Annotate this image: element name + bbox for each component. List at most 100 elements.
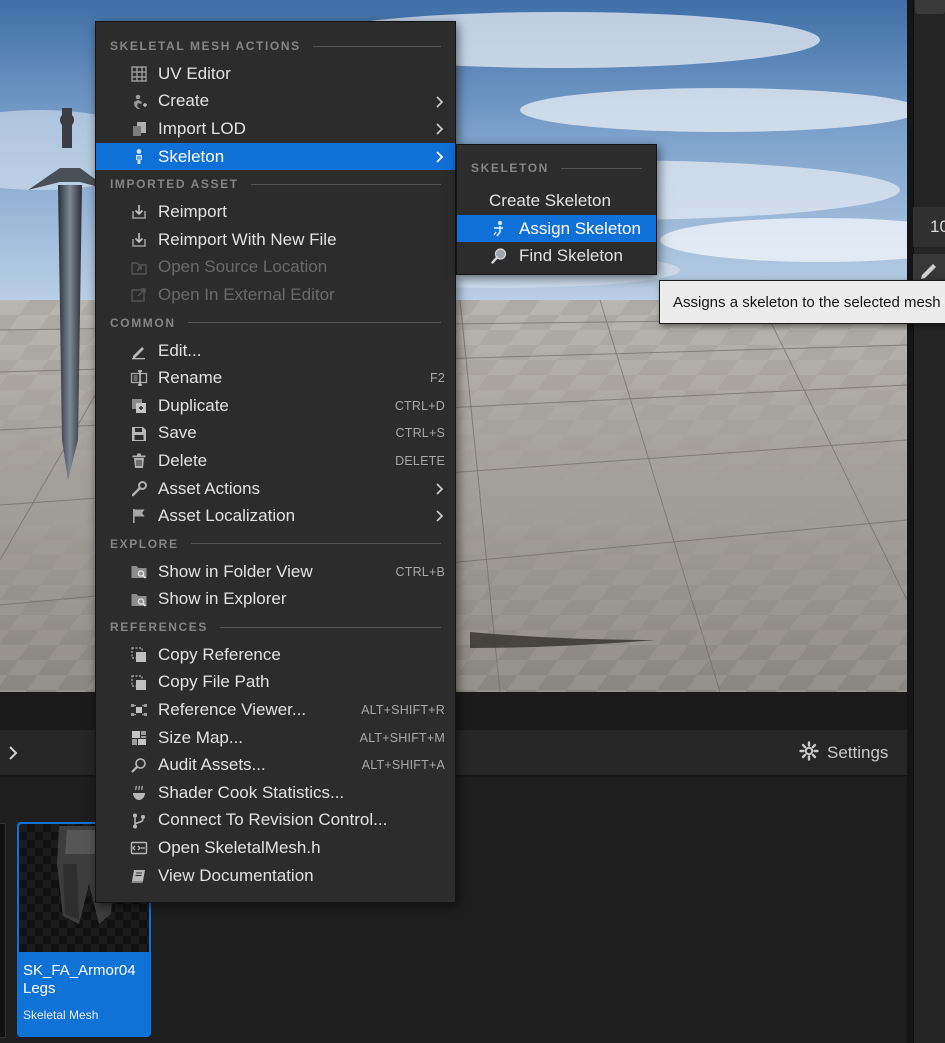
- asset-type: Skeletal Mesh: [23, 1008, 99, 1022]
- menu-item-label: Open In External Editor: [158, 284, 335, 304]
- section-skeletal-mesh-actions: SKELETAL MESH ACTIONS: [96, 22, 455, 60]
- menu-item-create-skeleton[interactable]: Create Skeleton: [457, 187, 656, 215]
- cooking-pot-icon: [130, 784, 148, 802]
- details-value-field[interactable]: 10: [913, 207, 945, 247]
- folder-search-icon: [130, 563, 148, 581]
- chevron-right-icon: [435, 122, 445, 136]
- code-file-icon: [130, 839, 148, 857]
- menu-item-size-map[interactable]: Size Map... ALT+SHIFT+M: [96, 724, 455, 752]
- menu-item-connect-revision-control[interactable]: Connect To Revision Control...: [96, 807, 455, 835]
- shortcut-label: F2: [430, 371, 445, 386]
- menu-item-label: Skeleton: [158, 146, 225, 166]
- menu-item-label: Size Map...: [158, 727, 244, 747]
- gear-icon: [799, 740, 819, 766]
- uv-grid-icon: [130, 65, 148, 83]
- visibility-eye-icon[interactable]: [915, 0, 945, 14]
- create-figure-icon: [130, 93, 148, 111]
- section-divider: [220, 626, 441, 628]
- menu-item-find-skeleton[interactable]: Find Skeleton: [457, 242, 656, 270]
- menu-item-copy-file-path[interactable]: Copy File Path: [96, 669, 455, 697]
- chevron-right-icon: [435, 150, 445, 164]
- section-label: SKELETON: [471, 161, 549, 175]
- menu-item-assign-skeleton[interactable]: Assign Skeleton: [457, 214, 656, 243]
- chevron-right-icon[interactable]: [5, 742, 23, 764]
- menu-item-create[interactable]: Create: [96, 88, 455, 116]
- menu-item-duplicate[interactable]: Duplicate CTRL+D: [96, 392, 455, 420]
- reference-graph-icon: [130, 701, 148, 719]
- section-divider: [312, 45, 441, 47]
- menu-item-label: Edit...: [158, 340, 202, 360]
- chevron-right-icon: [435, 95, 445, 109]
- menu-item-rename[interactable]: Rename F2: [96, 364, 455, 392]
- duplicate-icon: [130, 397, 148, 415]
- section-divider: [187, 322, 441, 324]
- menu-item-label: Reimport: [158, 202, 227, 222]
- menu-item-label: Delete: [158, 450, 208, 470]
- menu-item-open-source-location[interactable]: Open Source Location: [96, 254, 455, 282]
- menu-item-label: Save: [158, 423, 197, 443]
- skeleton-submenu: SKELETON Create Skeleton Assign Skeleton…: [456, 144, 657, 275]
- menu-item-skeleton[interactable]: Skeleton: [96, 142, 455, 171]
- section-label: COMMON: [110, 315, 176, 330]
- save-disk-icon: [130, 425, 148, 443]
- lod-icon: [130, 120, 148, 138]
- menu-item-show-explorer[interactable]: Show in Explorer: [96, 586, 455, 614]
- asset-tile-partial[interactable]: [0, 823, 6, 1038]
- menu-item-reference-viewer[interactable]: Reference Viewer... ALT+SHIFT+R: [96, 696, 455, 724]
- flag-icon: [130, 507, 148, 525]
- menu-item-shader-cook-stats[interactable]: Shader Cook Statistics...: [96, 779, 455, 807]
- menu-item-import-lod[interactable]: Import LOD: [96, 115, 455, 143]
- section-divider: [190, 543, 441, 545]
- menu-item-delete[interactable]: Delete DELETE: [96, 447, 455, 475]
- menu-item-label: Copy File Path: [158, 672, 270, 692]
- menu-item-view-documentation[interactable]: View Documentation: [96, 862, 455, 890]
- shortcut-label: ALT+SHIFT+A: [361, 758, 445, 773]
- menu-item-label: Audit Assets...: [158, 755, 266, 775]
- section-divider: [250, 183, 441, 185]
- menu-item-open-external-editor[interactable]: Open In External Editor: [96, 281, 455, 309]
- settings-button[interactable]: Settings: [799, 740, 889, 766]
- shortcut-label: CTRL+S: [395, 426, 445, 441]
- menu-item-audit-assets[interactable]: Audit Assets... ALT+SHIFT+A: [96, 751, 455, 779]
- menu-item-copy-reference[interactable]: Copy Reference: [96, 641, 455, 669]
- skeleton-icon: [130, 148, 148, 166]
- menu-item-open-header[interactable]: Open SkeletalMesh.h: [96, 834, 455, 862]
- menu-item-edit[interactable]: Edit...: [96, 337, 455, 365]
- folder-open-icon: [130, 259, 148, 277]
- folder-search-icon: [130, 591, 148, 609]
- assign-skeleton-icon: [490, 220, 508, 238]
- section-divider: [560, 167, 642, 169]
- menu-item-reimport-new-file[interactable]: Reimport With New File: [96, 226, 455, 254]
- copy-icon: [130, 674, 148, 692]
- external-editor-icon: [130, 286, 148, 304]
- menu-item-show-folder-view[interactable]: Show in Folder View CTRL+B: [96, 558, 455, 586]
- menu-item-save[interactable]: Save CTRL+S: [96, 420, 455, 448]
- magnifier-icon: [490, 247, 508, 265]
- menu-item-label: Rename: [158, 368, 223, 388]
- size-map-icon: [130, 729, 148, 747]
- menu-item-label: Copy Reference: [158, 644, 281, 664]
- settings-label: Settings: [827, 743, 889, 762]
- menu-item-asset-localization[interactable]: Asset Localization: [96, 502, 455, 530]
- pencil-icon: [130, 342, 148, 360]
- menu-item-label: Open Source Location: [158, 257, 328, 277]
- shortcut-label: DELETE: [395, 453, 445, 468]
- shortcut-label: CTRL+B: [395, 564, 445, 579]
- menu-item-label: Duplicate: [158, 395, 229, 415]
- section-label: SKELETAL MESH ACTIONS: [110, 39, 301, 53]
- rename-icon: [130, 369, 148, 387]
- menu-item-label: Asset Localization: [158, 506, 296, 526]
- shortcut-label: ALT+SHIFT+M: [359, 730, 445, 745]
- menu-item-label: Find Skeleton: [519, 246, 623, 266]
- asset-name: SK_FA_Armor04 Legs: [23, 962, 136, 997]
- section-imported-asset: IMPORTED ASSET: [96, 170, 455, 198]
- menu-item-reimport[interactable]: Reimport: [96, 198, 455, 226]
- copy-icon: [130, 646, 148, 664]
- trash-icon: [130, 452, 148, 470]
- menu-item-uv-editor[interactable]: UV Editor: [96, 60, 455, 88]
- reimport-icon: [130, 203, 148, 221]
- asset-context-menu: SKELETAL MESH ACTIONS UV Editor Create I…: [95, 21, 456, 903]
- menu-item-label: Reimport With New File: [158, 229, 337, 249]
- menu-item-asset-actions[interactable]: Asset Actions: [96, 475, 455, 503]
- menu-item-label: Show in Folder View: [158, 561, 313, 581]
